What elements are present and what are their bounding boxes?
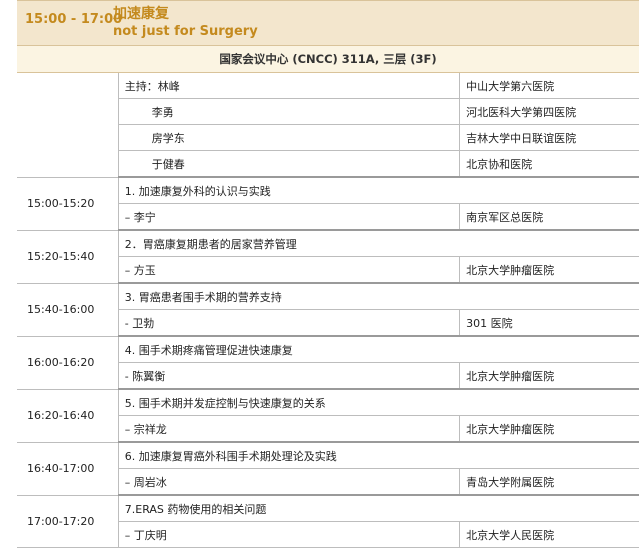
talk-time: 15:20-15:40	[17, 230, 119, 284]
moderator-org: 中山大学第六医院	[459, 73, 639, 99]
talk-topic: 6. 加速康复胃癌外科围手术期处理论及实践	[118, 442, 639, 469]
talk-time: 16:00-16:20	[17, 336, 119, 390]
moderator-name: 房学东	[118, 124, 461, 151]
talk-topic: 5. 围手术期并发症控制与快速康复的关系	[118, 389, 639, 416]
talk-org: 北京大学肿瘤医院	[459, 256, 639, 284]
topic-row: 15:20-15:40 2．胃癌康复期患者的居家营养管理	[17, 230, 639, 284]
talk-topic: 3. 胃癌患者围手术期的营养支持	[118, 283, 639, 310]
topic-row: 17:00-17:20 7.ERAS 药物使用的相关问题	[17, 495, 639, 548]
talk-org: 北京大学人民医院	[459, 521, 639, 548]
talk-speaker: – 宗祥龙	[118, 415, 461, 443]
moderator-time-cell	[17, 73, 119, 178]
talk-org: 301 医院	[459, 309, 639, 337]
schedule-table: 主持：林峰 中山大学第六医院 李勇 河北医科大学第四医院 房学东 吉林大学中日联…	[17, 73, 639, 548]
topic-row: 16:40-17:00 6. 加速康复胃癌外科围手术期处理论及实践	[17, 442, 639, 496]
talk-topic: 7.ERAS 药物使用的相关问题	[118, 495, 639, 522]
session-title-cn: 加速康复	[113, 6, 169, 22]
talk-time: 15:40-16:00	[17, 283, 119, 337]
schedule: 15:00 - 17:00 加速康复 not just for Surgery …	[17, 0, 639, 548]
talk-time: 16:20-16:40	[17, 389, 119, 443]
moderator-org: 北京协和医院	[459, 150, 639, 178]
topic-row: 15:40-16:00 3. 胃癌患者围手术期的营养支持	[17, 283, 639, 337]
topic-row: 16:20-16:40 5. 围手术期并发症控制与快速康复的关系	[17, 389, 639, 443]
talk-speaker: - 陈翼衡	[118, 362, 461, 390]
session-title-en: not just for Surgery	[113, 24, 258, 39]
topic-row: 16:00-16:20 4. 围手术期疼痛管理促进快速康复	[17, 336, 639, 390]
talk-topic: 1. 加速康复外科的认识与实践	[118, 177, 639, 204]
topic-row: 15:00-15:20 1. 加速康复外科的认识与实践	[17, 177, 639, 231]
moderator-name: 主持：林峰	[118, 73, 461, 99]
moderator-row: 主持：林峰 中山大学第六医院	[17, 73, 639, 178]
session-time: 15:00 - 17:00	[25, 12, 123, 27]
moderator-org: 河北医科大学第四医院	[459, 98, 639, 125]
talk-speaker: – 丁庆明	[118, 521, 461, 548]
talk-time: 16:40-17:00	[17, 442, 119, 496]
moderator-name: 李勇	[118, 98, 461, 125]
talk-topic: 4. 围手术期疼痛管理促进快速康复	[118, 336, 639, 363]
talk-speaker: – 李宁	[118, 203, 461, 231]
talk-speaker: – 方玉	[118, 256, 461, 284]
talk-time: 17:00-17:20	[17, 495, 119, 548]
talk-speaker: - 卫勃	[118, 309, 461, 337]
moderator-org: 吉林大学中日联谊医院	[459, 124, 639, 151]
talk-org: 北京大学肿瘤医院	[459, 415, 639, 443]
talk-topic: 2．胃癌康复期患者的居家营养管理	[118, 230, 639, 257]
session-header: 15:00 - 17:00 加速康复 not just for Surgery	[17, 0, 639, 46]
talk-org: 北京大学肿瘤医院	[459, 362, 639, 390]
session-title: 加速康复 not just for Surgery	[113, 1, 258, 45]
talk-speaker: – 周岩冰	[118, 468, 461, 496]
venue-bar: 国家会议中心 (CNCC) 311A, 三层 (3F)	[17, 46, 639, 73]
talk-org: 南京军区总医院	[459, 203, 639, 231]
talk-time: 15:00-15:20	[17, 177, 119, 231]
moderator-name: 于健春	[118, 150, 461, 178]
talk-org: 青岛大学附属医院	[459, 468, 639, 496]
